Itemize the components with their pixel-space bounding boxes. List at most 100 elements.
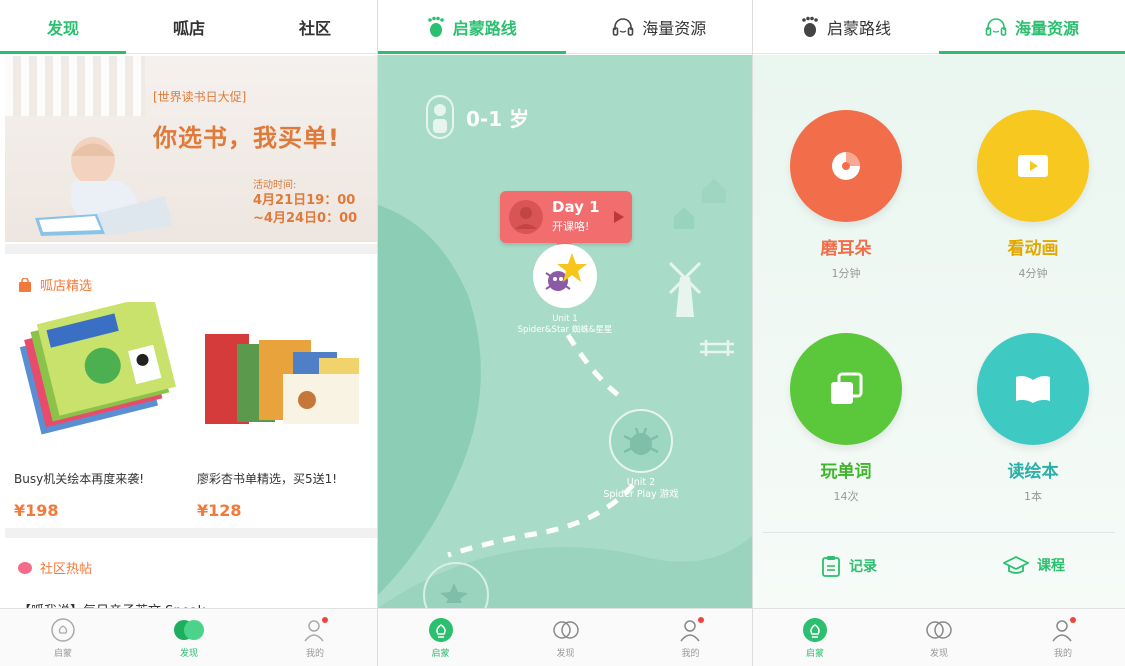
tab-label: 海量资源 bbox=[1014, 18, 1079, 38]
footprint-icon bbox=[802, 16, 818, 37]
nav-enlighten[interactable]: 启蒙 bbox=[378, 609, 503, 666]
graduation-cap-icon bbox=[1003, 555, 1029, 574]
nav-label: 我的 bbox=[681, 648, 700, 659]
shop-section-header[interactable]: 呱店精选 bbox=[18, 275, 92, 294]
headphones-icon bbox=[612, 17, 634, 36]
disc-icon bbox=[790, 110, 902, 222]
shop-section-title: 呱店精选 bbox=[40, 279, 93, 294]
community-section-header[interactable]: 社区热帖 bbox=[18, 558, 92, 577]
course-link[interactable]: 课程 bbox=[1003, 555, 1065, 575]
bottom-nav: 启蒙 发现 我的 bbox=[0, 608, 378, 666]
cards-icon bbox=[790, 333, 902, 445]
notification-dot bbox=[1070, 616, 1076, 623]
notification-dot bbox=[322, 616, 328, 623]
nav-label: 启蒙 bbox=[431, 648, 450, 659]
banner-event-time: 4月21日19：00 ~4月24日0：00 bbox=[253, 193, 358, 226]
day-bubble[interactable]: Day 1 开课咯! bbox=[500, 191, 632, 251]
nav-mine[interactable]: 我的 bbox=[628, 609, 753, 666]
nav-label: 发现 bbox=[556, 648, 575, 659]
record-label: 记录 bbox=[849, 559, 877, 575]
words-title: 玩单词 bbox=[820, 462, 872, 482]
clipboard-icon bbox=[822, 556, 840, 577]
nav-discover[interactable]: 发现 bbox=[503, 609, 628, 666]
resources-screen: 启蒙路线 海量资源 磨耳朵 1分钟 看动画 4分钟 玩单词 14次 读绘本 1本… bbox=[753, 0, 1125, 666]
tab-discover[interactable]: 发现 bbox=[0, 0, 126, 54]
discover-toggle-icon bbox=[174, 619, 204, 640]
video-icon bbox=[977, 110, 1089, 222]
nav-label: 发现 bbox=[179, 648, 198, 659]
footprint-icon bbox=[427, 16, 444, 37]
top-tabs: 启蒙路线 海量资源 bbox=[378, 0, 753, 54]
banner-event-label: 活动时间: bbox=[253, 180, 297, 191]
route-screen: 启蒙路线 海量资源 0-1 岁 Day 1 开课咯! Unit 1 Spider… bbox=[378, 0, 753, 666]
bulb-icon bbox=[428, 617, 453, 642]
chat-bubble-icon bbox=[18, 561, 32, 574]
bulb-icon bbox=[51, 617, 75, 642]
tab-label: 启蒙路线 bbox=[452, 18, 517, 38]
promo-banner[interactable]: [世界读书日大促] 你选书，我买单! 活动时间: 4月21日19：00 ~4月2… bbox=[5, 56, 377, 242]
words-card[interactable]: 玩单词 14次 bbox=[776, 333, 916, 504]
discover-circles-icon bbox=[926, 620, 952, 639]
baby-icon bbox=[426, 95, 454, 139]
product-card[interactable]: Busy机关绘本再度来袭! ¥198 bbox=[14, 295, 186, 520]
bulb-icon bbox=[803, 617, 827, 642]
nav-enlighten[interactable]: 启蒙 bbox=[753, 609, 877, 666]
day-label: Day 1 bbox=[552, 198, 600, 216]
product-price: ¥128 bbox=[197, 501, 242, 520]
tab-shop[interactable]: 呱店 bbox=[126, 0, 252, 53]
unit2-node[interactable] bbox=[608, 408, 674, 474]
route-map: 0-1 岁 Day 1 开课咯! Unit 1 Spider&Star 蜘蛛&星… bbox=[378, 55, 753, 608]
nav-mine[interactable]: 我的 bbox=[252, 609, 378, 666]
user-icon bbox=[678, 616, 704, 643]
tab-community[interactable]: 社区 bbox=[252, 0, 378, 53]
top-tabs: 发现 呱店 社区 bbox=[0, 0, 378, 54]
tab-label: 启蒙路线 bbox=[826, 18, 891, 38]
product-name: Busy机关绘本再度来袭! bbox=[14, 472, 145, 486]
record-link[interactable]: 记录 bbox=[821, 555, 877, 577]
user-icon bbox=[1050, 616, 1076, 643]
banner-headline: 你选书，我买单! bbox=[153, 124, 340, 152]
picture-books-image bbox=[205, 334, 359, 424]
day-sub: 开课咯! bbox=[552, 220, 590, 233]
age-label: 0-1 岁 bbox=[466, 106, 530, 131]
shopping-bag-icon bbox=[19, 277, 31, 292]
nav-label: 发现 bbox=[929, 648, 948, 659]
tab-label: 海量资源 bbox=[642, 18, 707, 38]
tab-resources[interactable]: 海量资源 bbox=[566, 0, 754, 53]
nav-mine[interactable]: 我的 bbox=[1001, 609, 1125, 666]
unit2-label: Unit 2 Spider Play 游戏 bbox=[584, 477, 698, 501]
nav-label: 启蒙 bbox=[805, 648, 824, 659]
nav-label: 我的 bbox=[305, 648, 324, 659]
product-card[interactable]: 廖彩杏书单精选，买5送1! ¥128 bbox=[197, 302, 369, 520]
book-icon bbox=[977, 333, 1089, 445]
unit1-label: Unit 1 Spider&Star 蜘蛛&星星 bbox=[510, 314, 620, 336]
nav-discover[interactable]: 发现 bbox=[126, 609, 252, 666]
tab-enlighten-route[interactable]: 启蒙路线 bbox=[378, 0, 566, 54]
tab-enlighten-route[interactable]: 启蒙路线 bbox=[753, 0, 939, 53]
course-label: 课程 bbox=[1037, 558, 1065, 574]
age-header: 0-1 岁 bbox=[426, 95, 529, 139]
unit1-node[interactable] bbox=[532, 243, 598, 309]
busy-books-image bbox=[19, 295, 176, 435]
crib-illustration bbox=[5, 56, 145, 116]
headphones-icon bbox=[985, 17, 1007, 36]
user-icon bbox=[302, 616, 328, 643]
section-divider bbox=[5, 528, 377, 538]
tab-resources[interactable]: 海量资源 bbox=[939, 0, 1125, 54]
picture-book-count: 1本 bbox=[1024, 490, 1042, 503]
community-section-title: 社区热帖 bbox=[40, 562, 93, 577]
listen-title: 磨耳朵 bbox=[820, 239, 872, 259]
bottom-nav: 启蒙 发现 我的 bbox=[753, 608, 1125, 666]
picture-book-card[interactable]: 读绘本 1本 bbox=[963, 333, 1103, 504]
animation-card[interactable]: 看动画 4分钟 bbox=[963, 110, 1103, 281]
nav-enlighten[interactable]: 启蒙 bbox=[0, 609, 126, 666]
unit2-title: Unit 2 bbox=[626, 477, 656, 488]
unit1-title: Unit 1 bbox=[552, 314, 578, 324]
bottom-nav: 启蒙 发现 我的 bbox=[378, 608, 753, 666]
listen-card[interactable]: 磨耳朵 1分钟 bbox=[776, 110, 916, 281]
resources-panel: 磨耳朵 1分钟 看动画 4分钟 玩单词 14次 读绘本 1本 记录 课程 bbox=[753, 55, 1125, 608]
notification-dot bbox=[697, 616, 704, 623]
nav-discover[interactable]: 发现 bbox=[877, 609, 1001, 666]
nav-label: 我的 bbox=[1053, 648, 1072, 659]
animation-count: 4分钟 bbox=[1018, 267, 1048, 280]
